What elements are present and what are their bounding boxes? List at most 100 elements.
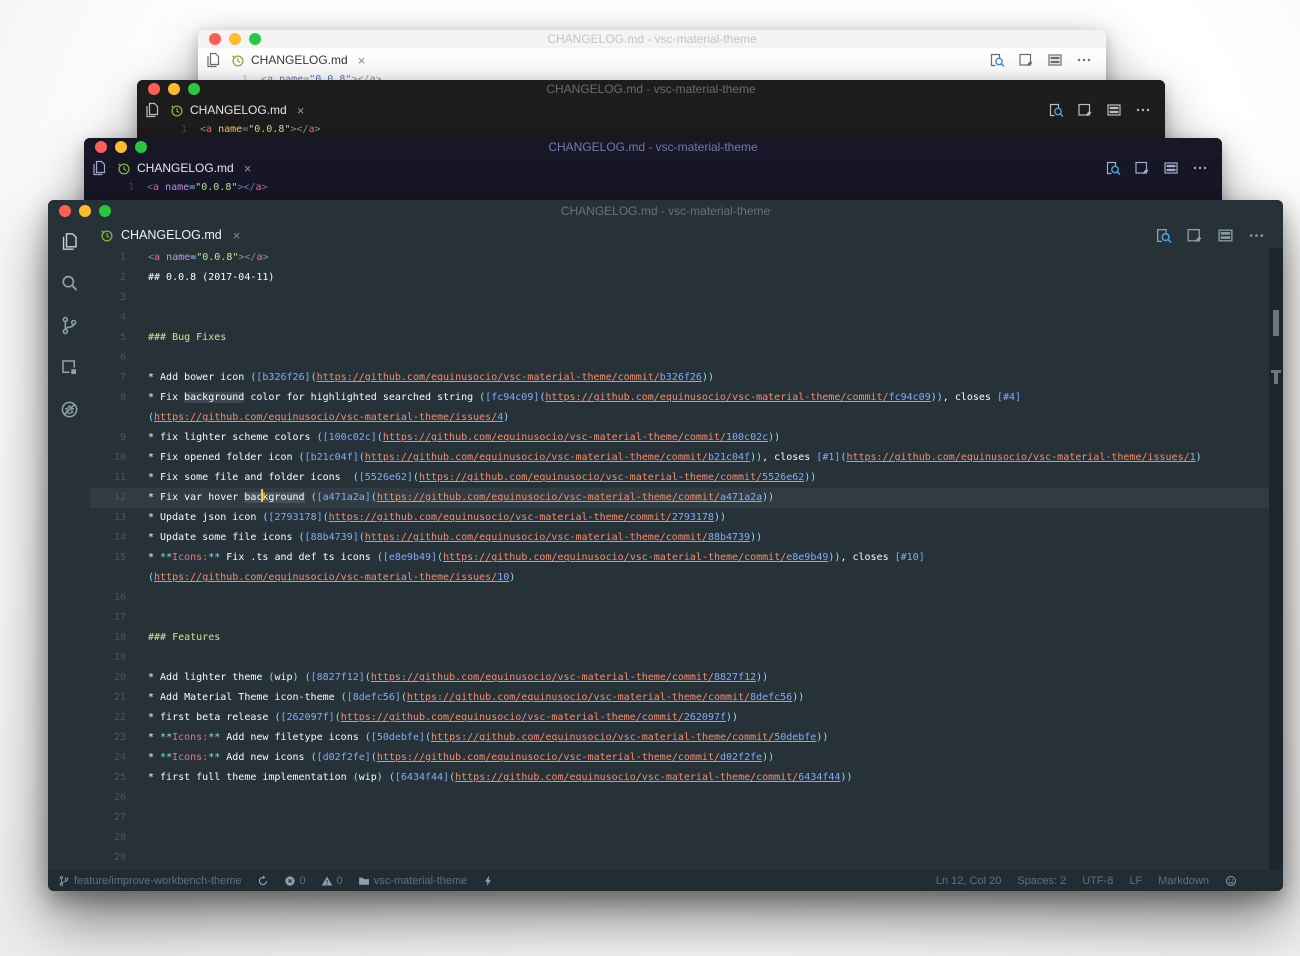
link[interactable]: https://github.com/equinusocio/vsc-mater… bbox=[377, 492, 720, 503]
traffic-lights[interactable] bbox=[148, 83, 200, 95]
link[interactable]: 10 bbox=[497, 572, 509, 583]
link[interactable]: 100c02c bbox=[726, 432, 768, 443]
files-icon[interactable] bbox=[205, 52, 221, 68]
link[interactable]: https://github.com/equinusocio/vsc-mater… bbox=[545, 392, 888, 403]
status-smiley-item[interactable] bbox=[1225, 875, 1237, 887]
split-editor-icon[interactable] bbox=[1018, 52, 1034, 68]
link[interactable]: https://github.com/equinusocio/vsc-mater… bbox=[341, 712, 684, 723]
code-row[interactable]: 16 bbox=[90, 588, 1269, 608]
link[interactable]: https://github.com/equinusocio/vsc-mater… bbox=[383, 432, 726, 443]
close-window-button[interactable] bbox=[95, 141, 107, 153]
code-row[interactable]: 1 <a name="0.0.8"></a> bbox=[90, 248, 1269, 268]
activity-source-control-icon[interactable] bbox=[60, 316, 79, 335]
status-sync-item[interactable] bbox=[257, 874, 269, 887]
traffic-lights[interactable] bbox=[209, 33, 261, 45]
code-row[interactable]: 27 bbox=[90, 808, 1269, 828]
files-icon[interactable] bbox=[91, 160, 107, 176]
status-folder-item[interactable]: vsc-material-theme bbox=[358, 875, 467, 887]
code-row[interactable]: (https://github.com/equinusocio/vsc-mate… bbox=[90, 568, 1269, 588]
link[interactable]: https://github.com/equinusocio/vsc-mater… bbox=[317, 372, 660, 383]
traffic-lights[interactable] bbox=[95, 141, 147, 153]
activity-files-icon[interactable] bbox=[60, 232, 79, 251]
link[interactable]: 8827f12 bbox=[714, 672, 756, 683]
open-preview-icon[interactable] bbox=[1155, 227, 1172, 244]
code-row[interactable]: (https://github.com/equinusocio/vsc-mate… bbox=[90, 408, 1269, 428]
code-row[interactable]: 26 bbox=[90, 788, 1269, 808]
close-icon[interactable]: × bbox=[358, 54, 366, 67]
scrollbar-thumb[interactable] bbox=[1273, 310, 1279, 336]
toggle-layout-icon[interactable] bbox=[1106, 102, 1122, 118]
code-row[interactable]: 20 * Add lighter theme (wip) ([8827f12](h… bbox=[90, 668, 1269, 688]
code-row[interactable]: 17 bbox=[90, 608, 1269, 628]
close-window-button[interactable] bbox=[209, 33, 221, 45]
status-item[interactable]: Spaces: 2 bbox=[1017, 875, 1066, 887]
minimize-window-button[interactable] bbox=[79, 205, 91, 217]
code-row[interactable]: 25 * first full theme implementation (wip… bbox=[90, 768, 1269, 788]
code-row[interactable]: 3 bbox=[90, 288, 1269, 308]
link[interactable]: https://github.com/equinusocio/vsc-mater… bbox=[407, 692, 750, 703]
close-icon[interactable]: × bbox=[244, 162, 252, 175]
link[interactable]: d02f2fe bbox=[720, 752, 762, 763]
code-row[interactable]: 28 bbox=[90, 828, 1269, 848]
minimize-window-button[interactable] bbox=[229, 33, 241, 45]
more-actions-icon[interactable] bbox=[1248, 227, 1265, 244]
activity-debug-icon[interactable] bbox=[60, 400, 79, 419]
editor[interactable]: 1 <a name="0.0.8"></a> 2 ## 0.0.8 (2017-04-… bbox=[90, 248, 1283, 870]
link[interactable]: a471a2a bbox=[720, 492, 762, 503]
close-icon[interactable]: × bbox=[233, 229, 241, 242]
code-row[interactable]: 9 * fix lighter scheme colors ([100c02c](… bbox=[90, 428, 1269, 448]
status-item[interactable]: LF bbox=[1129, 875, 1142, 887]
code-line[interactable]: 1 <a name="0.0.8"></a> bbox=[84, 182, 1222, 194]
zoom-window-button[interactable] bbox=[249, 33, 261, 45]
tab-changelog[interactable]: CHANGELOG.md × bbox=[99, 222, 240, 248]
link[interactable]: https://github.com/equinusocio/vsc-mater… bbox=[154, 572, 497, 583]
status-warning-item[interactable]: 0 bbox=[321, 875, 343, 887]
more-actions-icon[interactable] bbox=[1135, 102, 1151, 118]
link[interactable]: https://github.com/equinusocio/vsc-mater… bbox=[365, 532, 708, 543]
link[interactable]: https://github.com/equinusocio/vsc-mater… bbox=[419, 472, 762, 483]
minimize-window-button[interactable] bbox=[168, 83, 180, 95]
link[interactable]: 88b4739 bbox=[708, 532, 750, 543]
code-row[interactable]: 18 ### Features bbox=[90, 628, 1269, 648]
zoom-window-button[interactable] bbox=[135, 141, 147, 153]
toggle-layout-icon[interactable] bbox=[1163, 160, 1179, 176]
close-window-button[interactable] bbox=[148, 83, 160, 95]
code-line[interactable]: 1 <a name="0.0.8"></a> bbox=[137, 124, 1165, 136]
status-item[interactable]: Ln 12, Col 20 bbox=[936, 875, 1001, 887]
link[interactable]: 50debfe bbox=[774, 732, 816, 743]
code-row[interactable]: 29 bbox=[90, 848, 1269, 868]
close-icon[interactable]: × bbox=[297, 104, 305, 117]
tab-changelog[interactable]: CHANGELOG.md × bbox=[116, 161, 251, 176]
code-row[interactable]: 23 * **Icons:** Add new filetype icons ([… bbox=[90, 728, 1269, 748]
code-row[interactable]: 2 ## 0.0.8 (2017-04-11) bbox=[90, 268, 1269, 288]
code-row[interactable]: 10 * Fix opened folder icon ([b21c04f](ht… bbox=[90, 448, 1269, 468]
scrollbar-track[interactable] bbox=[1269, 248, 1283, 870]
zoom-window-button[interactable] bbox=[188, 83, 200, 95]
open-preview-icon[interactable] bbox=[989, 52, 1005, 68]
more-actions-icon[interactable] bbox=[1192, 160, 1208, 176]
code-row[interactable]: 7 * Add bower icon ([b326f26](https://git… bbox=[90, 368, 1269, 388]
code-row[interactable]: 14 * Update some file icons ([88b4739](ht… bbox=[90, 528, 1269, 548]
code-row[interactable]: 4 bbox=[90, 308, 1269, 328]
code-row[interactable]: 22 * first beta release ([262097f](https:… bbox=[90, 708, 1269, 728]
open-preview-icon[interactable] bbox=[1105, 160, 1121, 176]
link[interactable]: https://github.com/equinusocio/vsc-mater… bbox=[846, 452, 1189, 463]
toggle-layout-icon[interactable] bbox=[1217, 227, 1234, 244]
files-icon[interactable] bbox=[144, 102, 160, 118]
code-row[interactable]: 24 * **Icons:** Add new icons ([d02f2fe](… bbox=[90, 748, 1269, 768]
link[interactable]: 262097f bbox=[684, 712, 726, 723]
link[interactable]: e8e9b49 bbox=[786, 552, 828, 563]
traffic-lights[interactable] bbox=[59, 205, 111, 217]
tab-changelog[interactable]: CHANGELOG.md × bbox=[169, 103, 304, 118]
link[interactable]: https://github.com/equinusocio/vsc-mater… bbox=[443, 552, 786, 563]
link[interactable]: https://github.com/equinusocio/vsc-mater… bbox=[329, 512, 672, 523]
link[interactable]: 8defc56 bbox=[750, 692, 792, 703]
status-lightning-item[interactable] bbox=[482, 875, 494, 887]
zoom-window-button[interactable] bbox=[99, 205, 111, 217]
toggle-layout-icon[interactable] bbox=[1047, 52, 1063, 68]
link[interactable]: 6434f44 bbox=[798, 772, 840, 783]
open-preview-icon[interactable] bbox=[1048, 102, 1064, 118]
code-row[interactable]: 6 bbox=[90, 348, 1269, 368]
activity-extensions-icon[interactable] bbox=[60, 358, 79, 377]
link[interactable]: b326f26 bbox=[660, 372, 702, 383]
